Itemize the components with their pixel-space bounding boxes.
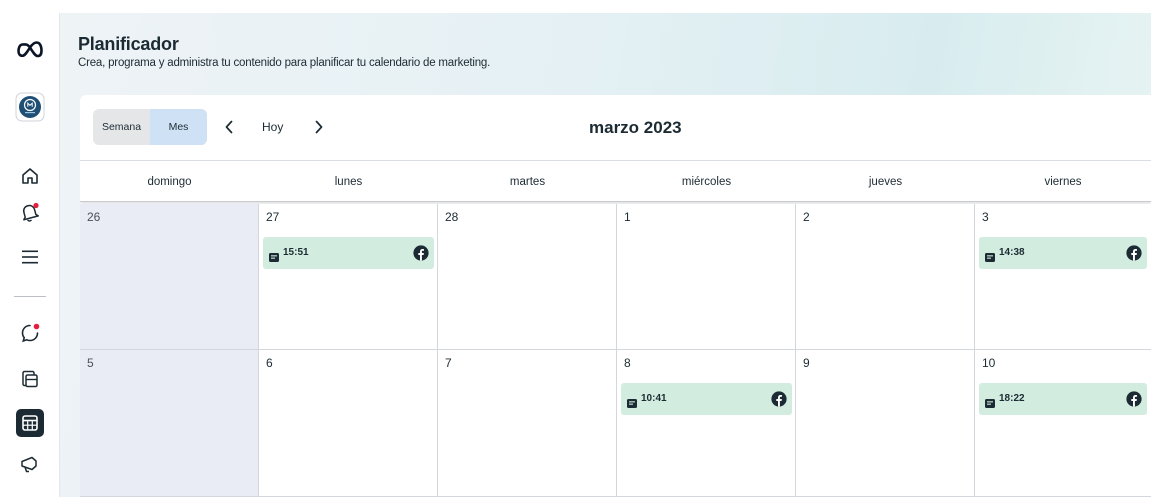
chevron-left-icon[interactable]	[221, 117, 237, 137]
weekday-header: domingo lunes martes miércoles jueves viernes	[80, 160, 1151, 202]
weekday-label: martes	[509, 175, 546, 188]
messages-icon[interactable]	[0, 320, 60, 346]
calendar-day-cell[interactable]: 10 18:22	[975, 350, 1151, 497]
facebook-icon	[1126, 245, 1142, 261]
calendar-day-cell[interactable]: 8 10:41	[617, 350, 796, 497]
page-title: Planificador	[78, 34, 179, 54]
sidebar-divider	[14, 296, 46, 297]
calendar-day-cell[interactable]: 9	[796, 350, 975, 497]
calendar-day-cell[interactable]: 27 15:51	[259, 204, 438, 350]
calendar-day-cell[interactable]: 5	[80, 350, 259, 497]
weekday-label: jueves	[868, 175, 903, 188]
month-grid: 26 27 15:51 28 1 2 3 14:38 5 6 7 8 10:41 9 10 18:22	[80, 204, 1151, 497]
post-type-icon	[627, 395, 637, 408]
calendar-day-cell[interactable]: 3 14:38	[975, 204, 1151, 350]
day-number: 5	[87, 356, 94, 370]
calendar-card: Semana Mes Hoy marzo 2023 domingo lunes ma…	[80, 95, 1151, 497]
weekday-label: lunes	[334, 175, 363, 188]
day-number: 7	[445, 356, 452, 370]
menu-icon[interactable]	[0, 246, 60, 268]
calendar-day-cell[interactable]: 26	[80, 204, 259, 350]
day-number: 10	[982, 356, 996, 370]
week-view-button[interactable]: Semana	[93, 109, 150, 145]
page-subtitle: Crea, programa y administra tu contenido…	[78, 57, 491, 69]
weekday-label: domingo	[147, 175, 192, 188]
calendar-day-cell[interactable]: 7	[438, 350, 617, 497]
planner-icon[interactable]	[0, 407, 60, 439]
chevron-right-icon[interactable]	[311, 117, 327, 137]
sidebar	[0, 13, 60, 497]
day-number: 9	[803, 356, 810, 370]
notifications-icon[interactable]	[0, 199, 60, 225]
ads-icon[interactable]	[0, 452, 60, 476]
day-number: 3	[982, 210, 989, 224]
calendar-day-cell[interactable]: 2	[796, 204, 975, 350]
day-number: 27	[266, 210, 280, 224]
facebook-icon	[1126, 391, 1142, 407]
day-number: 28	[445, 210, 459, 224]
post-type-icon	[269, 249, 279, 262]
home-icon[interactable]	[0, 164, 60, 188]
scheduled-post-chip[interactable]: 15:51	[263, 237, 434, 269]
day-number: 6	[266, 356, 273, 370]
profile-avatar[interactable]	[0, 90, 60, 124]
scheduled-post-chip[interactable]: 10:41	[621, 383, 792, 415]
main-content: Planificador Crea, programa y administra…	[60, 13, 1151, 497]
today-button[interactable]: Hoy	[262, 120, 283, 134]
facebook-icon	[771, 391, 787, 407]
scheduled-post-chip[interactable]: 18:22	[979, 383, 1147, 415]
weekday-label: miércoles	[681, 175, 732, 188]
day-number: 2	[803, 210, 810, 224]
month-view-button[interactable]: Mes	[150, 109, 207, 145]
calendar-day-cell[interactable]: 6	[259, 350, 438, 497]
post-type-icon	[985, 395, 995, 408]
post-time: 10:41	[641, 393, 667, 404]
cropped-top-strip	[0, 0, 1151, 13]
month-title: marzo 2023	[589, 118, 682, 137]
post-time: 18:22	[999, 393, 1025, 404]
content-icon[interactable]	[0, 367, 60, 391]
post-time: 14:38	[999, 247, 1025, 258]
day-number: 8	[624, 356, 631, 370]
scheduled-post-chip[interactable]: 14:38	[979, 237, 1147, 269]
facebook-icon	[413, 245, 429, 261]
day-number: 1	[624, 210, 631, 224]
calendar-day-cell[interactable]: 1	[617, 204, 796, 350]
weekday-label: viernes	[1044, 175, 1082, 188]
calendar-day-cell[interactable]: 28	[438, 204, 617, 350]
post-type-icon	[985, 249, 995, 262]
day-number: 26	[87, 210, 101, 224]
view-toggle: Semana Mes	[93, 109, 207, 145]
meta-logo-icon[interactable]	[0, 35, 60, 65]
post-time: 15:51	[283, 247, 309, 258]
